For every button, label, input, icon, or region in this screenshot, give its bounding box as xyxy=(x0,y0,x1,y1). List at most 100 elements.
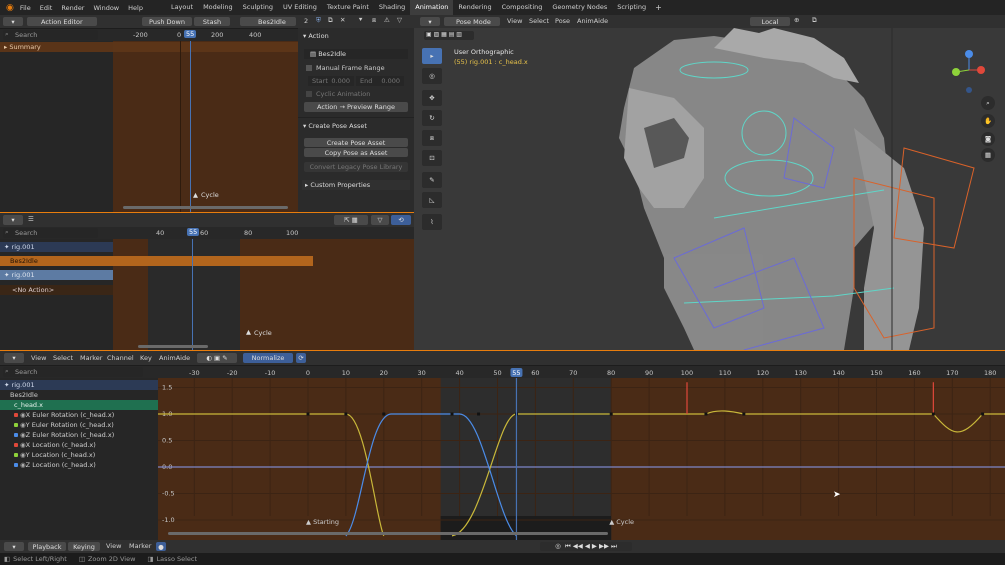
viewport-menu-select[interactable]: Select xyxy=(529,17,549,25)
warning-icon[interactable]: ⚠ xyxy=(384,16,390,24)
start-field[interactable]: Start 0.000 xyxy=(308,76,354,86)
navigation-gizmo[interactable] xyxy=(949,48,989,98)
graph-rig-row[interactable]: ✦ rig.001 xyxy=(0,380,158,390)
convert-legacy-button[interactable]: Convert Legacy Pose Library xyxy=(304,162,408,172)
menu-window[interactable]: Window xyxy=(93,4,119,12)
preview-range-button[interactable]: Action → Preview Range xyxy=(304,102,408,112)
orientation-dropdown[interactable]: Local xyxy=(750,17,790,26)
horizontal-scrollbar[interactable] xyxy=(123,206,288,209)
graph-group-row[interactable]: c_head.x xyxy=(0,400,158,410)
graph-menu-key[interactable]: Key xyxy=(140,354,152,362)
move-tool-icon[interactable]: ✥ xyxy=(422,90,442,106)
action-selector[interactable]: Bes2Idle xyxy=(240,17,296,26)
nla-filter-buttons[interactable]: ⇱ ▦ xyxy=(334,215,368,225)
fcurve-channel[interactable]: ◉ Z Euler Rotation (c_head.x) xyxy=(0,430,158,440)
cursor-tool-icon[interactable]: ◎ xyxy=(422,68,442,84)
select-box-tool-icon[interactable]: ▸ xyxy=(422,48,442,64)
annotate-tool-icon[interactable]: ✎ xyxy=(422,172,442,188)
custom-properties-header[interactable]: ▸ Custom Properties xyxy=(302,180,410,190)
nla-action-row[interactable]: Bes2Idle xyxy=(0,256,113,266)
current-frame-badge[interactable]: 55 xyxy=(187,228,200,236)
graph-menu-channel[interactable]: Channel xyxy=(107,354,134,362)
snap-icon[interactable]: ⧈ xyxy=(372,16,376,25)
manual-range-checkbox[interactable]: Manual Frame Range xyxy=(306,63,385,73)
workspace-tab-modeling[interactable]: Modeling xyxy=(198,0,238,15)
bone-tool-icon[interactable]: ⌇ xyxy=(422,214,442,230)
auto-key-icon[interactable]: ● xyxy=(156,542,166,551)
nla-editor-type-button[interactable]: ▾ xyxy=(3,215,23,225)
cyclic-checkbox[interactable]: Cyclic Animation xyxy=(306,89,370,99)
rotate-tool-icon[interactable]: ↻ xyxy=(422,110,442,126)
zoom-icon[interactable]: ⌕ xyxy=(981,96,995,110)
filter-icon[interactable]: ⯆ xyxy=(358,16,363,25)
workspace-tab-uv-editing[interactable]: UV Editing xyxy=(278,0,322,15)
snap-icon[interactable]: ⧉ xyxy=(812,16,817,25)
workspace-tab-rendering[interactable]: Rendering xyxy=(453,0,496,15)
workspace-tab-layout[interactable]: Layout xyxy=(166,0,198,15)
end-field[interactable]: End 0.000 xyxy=(356,76,404,86)
nla-search-input[interactable]: Search xyxy=(3,228,98,238)
marker-flag-icon[interactable]: ▲ xyxy=(193,191,198,199)
nla-snap-button[interactable]: ⟲ xyxy=(391,215,411,225)
playback-controls[interactable]: ◎ ⏮ ◀◀ ◀ ▶ ▶▶ ⏭ xyxy=(540,542,632,551)
fcurve-channel[interactable]: ◉ Y Location (c_head.x) xyxy=(0,450,158,460)
workspace-tab-sculpting[interactable]: Sculpting xyxy=(238,0,278,15)
timeline-editor-type[interactable]: ▾ xyxy=(4,542,24,551)
horizontal-scrollbar[interactable] xyxy=(138,345,208,348)
stash-button[interactable]: Stash xyxy=(194,17,230,26)
fcurve-channel[interactable]: ◉ X Location (c_head.x) xyxy=(0,440,158,450)
viewport-menu-animaide[interactable]: AnimAide xyxy=(577,17,608,25)
editor-type-button[interactable]: ▾ xyxy=(3,17,23,26)
blender-logo-icon[interactable]: ◉ xyxy=(6,3,14,13)
graph-menu-select[interactable]: Select xyxy=(53,354,73,362)
nla-action-strip[interactable] xyxy=(113,256,313,266)
workspace-tab-scripting[interactable]: Scripting xyxy=(612,0,651,15)
graph-editor-type[interactable]: ▾ xyxy=(4,353,24,363)
workspace-tab-compositing[interactable]: Compositing xyxy=(497,0,548,15)
nla-rig2-row[interactable]: ✦ rig.001 xyxy=(0,270,113,280)
pan-icon[interactable]: ✋ xyxy=(981,114,995,128)
workspace-tab-geometry-nodes[interactable]: Geometry Nodes xyxy=(547,0,612,15)
action-name-field[interactable]: ▤ Bes2Idle xyxy=(304,49,408,59)
refresh-icon[interactable]: ⟳ xyxy=(296,353,306,363)
measure-tool-icon[interactable]: ◺ xyxy=(422,192,442,208)
fcurve-channel[interactable]: ◉ Y Euler Rotation (c_head.x) xyxy=(0,420,158,430)
nla-rig-row[interactable]: ✦ rig.001 xyxy=(0,242,113,252)
viewport-menu-pose[interactable]: Pose xyxy=(555,17,570,25)
workspace-tab-shading[interactable]: Shading xyxy=(374,0,410,15)
normalize-toggle[interactable]: Normalize xyxy=(243,353,293,363)
mode-dropdown[interactable]: Action Editor xyxy=(27,17,97,26)
graph-action-row[interactable]: Bes2Idle xyxy=(0,390,158,400)
menu-render[interactable]: Render xyxy=(61,4,84,12)
new-action-icon[interactable]: ⧉ xyxy=(328,16,333,25)
create-pose-asset-button[interactable]: Create Pose Asset xyxy=(304,138,408,147)
scale-tool-icon[interactable]: ⧈ xyxy=(422,130,442,146)
graph-menu-marker[interactable]: Marker xyxy=(80,354,102,362)
camera-icon[interactable]: ◙ xyxy=(981,132,995,146)
channel-search-input[interactable]: Search xyxy=(3,30,98,40)
menu-file[interactable]: File xyxy=(20,4,31,12)
graph-search-input[interactable]: Search xyxy=(3,367,143,377)
action-panel-header[interactable]: ▾ Action xyxy=(298,31,329,41)
workspace-tab-animation[interactable]: Animation xyxy=(410,0,454,15)
workspace-tab-texture-paint[interactable]: Texture Paint xyxy=(322,0,374,15)
pivot-icon[interactable]: ⊕ xyxy=(794,16,799,24)
menu-help[interactable]: Help xyxy=(128,4,143,12)
copy-pose-asset-button[interactable]: Copy Pose as Asset xyxy=(304,148,408,157)
keying-dropdown[interactable]: Keying xyxy=(68,542,100,551)
playback-dropdown[interactable]: Playback xyxy=(28,542,66,551)
push-down-button[interactable]: Push Down xyxy=(142,17,192,26)
current-frame-badge[interactable]: 55 xyxy=(184,30,197,38)
viewport-editor-type[interactable]: ▾ xyxy=(420,17,440,26)
fcurve-channel[interactable]: ◉ X Euler Rotation (c_head.x) xyxy=(0,410,158,420)
graph-view-buttons[interactable]: ◐ ▣ ✎ xyxy=(197,353,237,363)
timeline-view-menu[interactable]: View xyxy=(106,542,121,550)
menu-edit[interactable]: Edit xyxy=(40,4,53,12)
pose-asset-header[interactable]: ▾ Create Pose Asset xyxy=(298,121,367,131)
mode-dropdown[interactable]: Pose Mode xyxy=(444,17,500,26)
viewport-menu-view[interactable]: View xyxy=(507,17,522,25)
fcurve-channel[interactable]: ◉ Z Location (c_head.x) xyxy=(0,460,158,470)
perspective-icon[interactable]: ▦ xyxy=(981,148,995,162)
select-mode-buttons[interactable]: ▣ ▨ ▦ ▤ ▥ xyxy=(424,31,474,40)
graph-menu-view[interactable]: View xyxy=(31,354,46,362)
